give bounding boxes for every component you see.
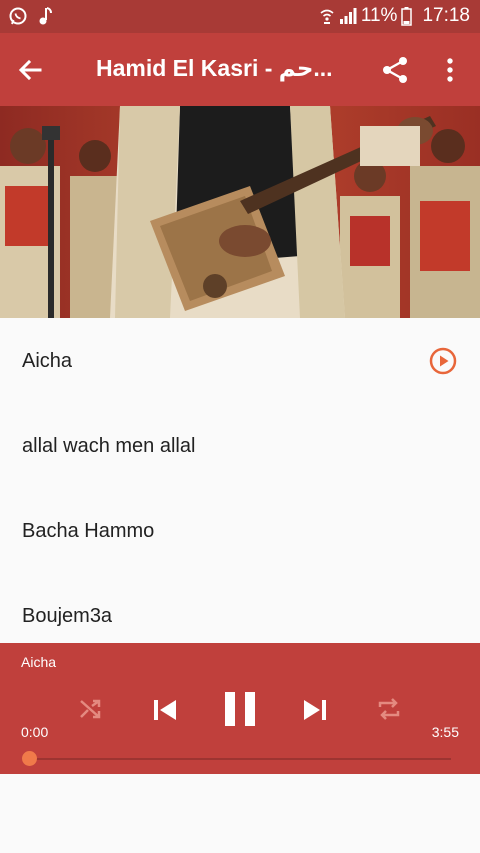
seek-thumb[interactable] <box>22 751 37 766</box>
track-list: Aicha allal wach men allal Bacha Hammo B… <box>0 318 480 658</box>
current-time: 0:00 <box>21 724 49 740</box>
pause-icon[interactable] <box>220 689 260 729</box>
seek-bar[interactable] <box>29 758 451 760</box>
now-playing-title: Aicha <box>21 654 57 670</box>
page-title: Hamid El Kasri - حم... <box>96 55 333 81</box>
signal-icon <box>339 8 357 24</box>
play-circle-icon[interactable] <box>429 347 457 375</box>
track-item[interactable]: allal wach men allal <box>0 403 480 488</box>
wifi-calling-icon <box>320 9 334 24</box>
track-title: Boujem3a <box>22 605 113 627</box>
notification-icons <box>8 6 52 26</box>
music-player: Aicha 0:00 3:55 <box>0 643 480 774</box>
track-item[interactable]: Bacha Hammo <box>0 488 480 573</box>
system-status: 11% 17:18 <box>319 5 470 27</box>
track-title: Bacha Hammo <box>22 520 155 542</box>
clock: 17:18 <box>422 5 470 26</box>
track-title: allal wach men allal <box>22 435 196 457</box>
back-button[interactable] <box>14 55 48 85</box>
share-button[interactable] <box>378 53 412 87</box>
whatsapp-icon <box>9 7 27 25</box>
arrow-back-icon <box>18 59 42 81</box>
repeat-icon[interactable] <box>374 695 404 723</box>
more-vert-icon <box>447 58 453 82</box>
share-icon <box>383 57 407 83</box>
music-note-icon <box>39 7 52 25</box>
total-time: 3:55 <box>431 724 459 740</box>
skip-next-icon[interactable] <box>299 694 331 726</box>
battery-percent: 11% <box>360 5 398 26</box>
track-item[interactable]: Aicha <box>0 318 480 403</box>
status-bar: 11% 17:18 <box>0 0 480 33</box>
shuffle-icon[interactable] <box>77 695 105 723</box>
track-title: Aicha <box>22 350 73 372</box>
toolbar: Hamid El Kasri - حم... <box>0 33 480 106</box>
skip-previous-icon[interactable] <box>149 694 181 726</box>
more-options-button[interactable] <box>438 53 462 87</box>
battery-icon <box>401 7 413 26</box>
cover-image <box>0 106 480 318</box>
musician-photo <box>0 106 480 318</box>
